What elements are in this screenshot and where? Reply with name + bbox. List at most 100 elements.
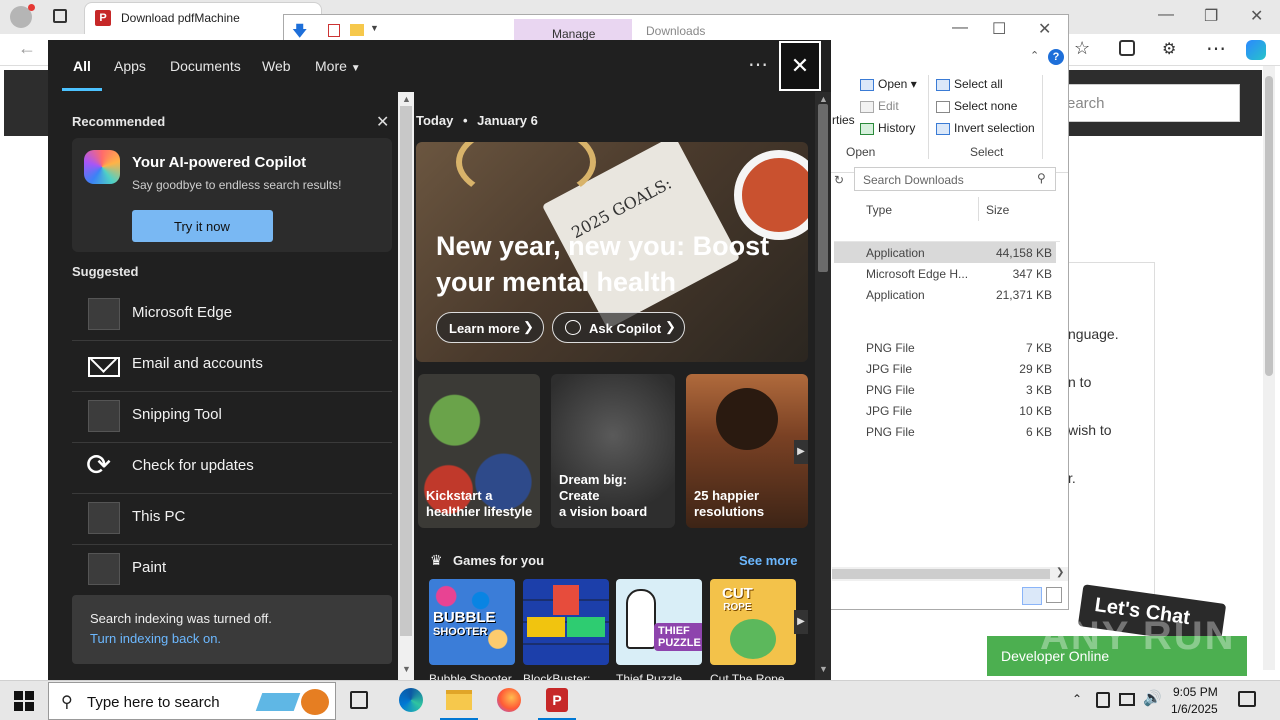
folder-qat-icon[interactable] bbox=[350, 24, 364, 36]
clock-time[interactable]: 9:05 PM bbox=[1173, 685, 1218, 699]
games-next-button[interactable]: ▶ bbox=[794, 610, 808, 634]
notification-center-icon[interactable] bbox=[1238, 691, 1256, 707]
explorer-h-scrollbar[interactable]: ❯ bbox=[832, 567, 1068, 581]
suggestion-snipping-tool[interactable]: Snipping Tool bbox=[72, 392, 392, 443]
hero-card[interactable]: 2025 GOALS: New year, new you: Boost you… bbox=[416, 142, 808, 362]
invert-selection-button[interactable]: Invert selection bbox=[936, 121, 1035, 135]
browser-minimize-button[interactable]: — bbox=[1158, 6, 1174, 24]
extensions-icon[interactable]: ⚙ bbox=[1162, 39, 1176, 59]
left-scrollbar[interactable]: ▲ ▼ bbox=[398, 92, 414, 680]
back-icon[interactable]: ← bbox=[18, 38, 36, 59]
right-scrollbar[interactable]: ▲ ▼ bbox=[815, 92, 831, 680]
scroll-down-icon[interactable]: ▼ bbox=[402, 664, 411, 674]
browser-close-button[interactable]: ✕ bbox=[1250, 6, 1263, 26]
firefox-taskbar-icon[interactable] bbox=[497, 688, 521, 712]
history-button[interactable]: History bbox=[860, 121, 915, 135]
indexing-link[interactable]: Turn indexing back on. bbox=[90, 631, 221, 646]
edge-taskbar-icon[interactable] bbox=[399, 688, 423, 712]
select-group-label: Select bbox=[970, 145, 1004, 159]
file-row[interactable]: JPG File 10 KB bbox=[834, 400, 1056, 421]
game-blockbuster[interactable] bbox=[523, 579, 609, 665]
scroll-down-icon[interactable]: ▼ bbox=[819, 664, 828, 674]
learn-more-button[interactable]: Learn more ❯ bbox=[436, 312, 544, 343]
explorer-search-box[interactable]: Search Downloads ⚲ bbox=[854, 167, 1056, 191]
left-scrollbar-thumb[interactable] bbox=[400, 106, 412, 636]
tab-all[interactable]: All bbox=[73, 58, 91, 74]
card-happier-resolutions[interactable]: 25 happier resolutions bbox=[686, 374, 808, 528]
file-row[interactable]: PNG File 7 KB bbox=[834, 337, 1056, 358]
tab-documents[interactable]: Documents bbox=[170, 58, 241, 74]
explorer-minimize-button[interactable]: — bbox=[952, 19, 968, 37]
suggestion-label: Email and accounts bbox=[132, 355, 263, 372]
file-explorer-taskbar-icon[interactable] bbox=[446, 690, 472, 710]
clock-date[interactable]: 1/6/2025 bbox=[1171, 702, 1218, 716]
explorer-close-button[interactable]: ✕ bbox=[1038, 19, 1051, 39]
tab-apps[interactable]: Apps bbox=[114, 58, 146, 74]
suggestion-microsoft-edge[interactable]: Microsoft Edge bbox=[72, 290, 392, 341]
suggestion-this-pc[interactable]: This PC bbox=[72, 494, 392, 545]
card-vision-board[interactable]: Dream big: Create a vision board bbox=[551, 374, 675, 528]
taskbar-search-box[interactable]: ⚲ Type here to search bbox=[48, 682, 336, 720]
open-button[interactable]: Open ▾ bbox=[860, 77, 917, 91]
copilot-icon[interactable] bbox=[1246, 40, 1266, 60]
recommended-dismiss-icon[interactable]: ✕ bbox=[376, 112, 389, 132]
scroll-up-icon[interactable]: ▲ bbox=[819, 94, 828, 104]
large-icons-view-icon[interactable] bbox=[1046, 587, 1062, 603]
favorites-icon[interactable] bbox=[1119, 40, 1135, 56]
security-tray-icon[interactable] bbox=[1096, 692, 1110, 708]
qat-dropdown-icon[interactable]: ▼ bbox=[370, 23, 379, 33]
help-icon[interactable]: ? bbox=[1048, 49, 1064, 65]
suggestion-check-updates[interactable]: ⟳ Check for updates bbox=[72, 443, 392, 494]
game-cut-the-rope[interactable]: CUT ROPE bbox=[710, 579, 796, 665]
see-more-link[interactable]: See more bbox=[739, 553, 798, 568]
tab-more[interactable]: More ▼ bbox=[315, 58, 361, 74]
select-all-button[interactable]: Select all bbox=[936, 77, 1003, 91]
file-row[interactable]: Application 44,158 KB bbox=[834, 242, 1056, 263]
start-button[interactable] bbox=[14, 691, 34, 711]
details-view-icon[interactable] bbox=[1022, 587, 1042, 605]
network-tray-icon[interactable] bbox=[1119, 693, 1135, 706]
start-pane bbox=[14, 691, 23, 700]
explorer-maximize-button[interactable]: ☐ bbox=[992, 19, 1006, 39]
scroll-right-icon[interactable]: ❯ bbox=[1056, 567, 1064, 578]
page-search-box[interactable]: earch bbox=[1050, 84, 1240, 122]
game-bubble-shooter[interactable]: BUBBLE SHOOTER bbox=[429, 579, 515, 665]
file-row[interactable]: PNG File 6 KB bbox=[834, 421, 1056, 442]
file-row[interactable]: JPG File 29 KB bbox=[834, 358, 1056, 379]
column-header-size[interactable]: Size bbox=[986, 203, 1009, 217]
explorer-search-icon: ⚲ bbox=[1037, 171, 1046, 185]
ask-copilot-button[interactable]: Ask Copilot ❯ bbox=[552, 312, 685, 343]
browser-restore-button[interactable]: ❐ bbox=[1204, 6, 1218, 26]
try-it-now-button[interactable]: Try it now bbox=[132, 210, 273, 242]
cards-next-button[interactable]: ▶ bbox=[794, 440, 808, 464]
card-healthier-lifestyle[interactable]: Kickstart a healthier lifestyle bbox=[418, 374, 540, 528]
h-scrollbar-thumb[interactable] bbox=[832, 569, 1050, 579]
suggestion-paint[interactable]: Paint bbox=[72, 545, 392, 596]
suggestion-email-accounts[interactable]: Email and accounts bbox=[72, 341, 392, 392]
volume-tray-icon[interactable]: 🔊 bbox=[1143, 689, 1162, 707]
column-header-type[interactable]: Type bbox=[866, 203, 892, 217]
file-row[interactable]: Application 21,371 KB bbox=[834, 284, 1056, 305]
more-options-icon[interactable]: ⋯ bbox=[748, 52, 768, 77]
copilot-card[interactable]: Your AI-powered Copilot Say goodbye to e… bbox=[72, 138, 392, 252]
select-none-button[interactable]: Select none bbox=[936, 99, 1017, 113]
properties-qat-icon[interactable] bbox=[328, 24, 340, 37]
page-scrollbar-thumb[interactable] bbox=[1265, 76, 1273, 376]
search-close-button[interactable]: ✕ bbox=[779, 41, 821, 91]
edit-button[interactable]: Edit bbox=[860, 99, 899, 113]
favorites-add-icon[interactable]: ☆ bbox=[1074, 38, 1090, 59]
page-scrollbar[interactable] bbox=[1263, 66, 1275, 670]
scroll-up-icon[interactable]: ▲ bbox=[402, 94, 411, 104]
refresh-icon[interactable]: ↻ bbox=[834, 173, 844, 187]
task-view-icon[interactable] bbox=[350, 691, 368, 709]
file-row[interactable]: PNG File 3 KB bbox=[834, 379, 1056, 400]
ribbon-collapse-icon[interactable]: ⌃ bbox=[1030, 49, 1039, 62]
tab-actions-icon[interactable] bbox=[53, 9, 67, 23]
file-row[interactable]: Microsoft Edge H... 347 KB bbox=[834, 263, 1056, 284]
tray-overflow-icon[interactable]: ⌃ bbox=[1072, 692, 1082, 706]
pdfmachine-taskbar-icon[interactable]: P bbox=[546, 688, 568, 712]
more-icon[interactable]: ⋯ bbox=[1206, 36, 1226, 61]
tab-web[interactable]: Web bbox=[262, 58, 291, 74]
right-scrollbar-thumb[interactable] bbox=[818, 104, 828, 272]
game-thief-puzzle[interactable]: THIEF PUZZLE bbox=[616, 579, 702, 665]
